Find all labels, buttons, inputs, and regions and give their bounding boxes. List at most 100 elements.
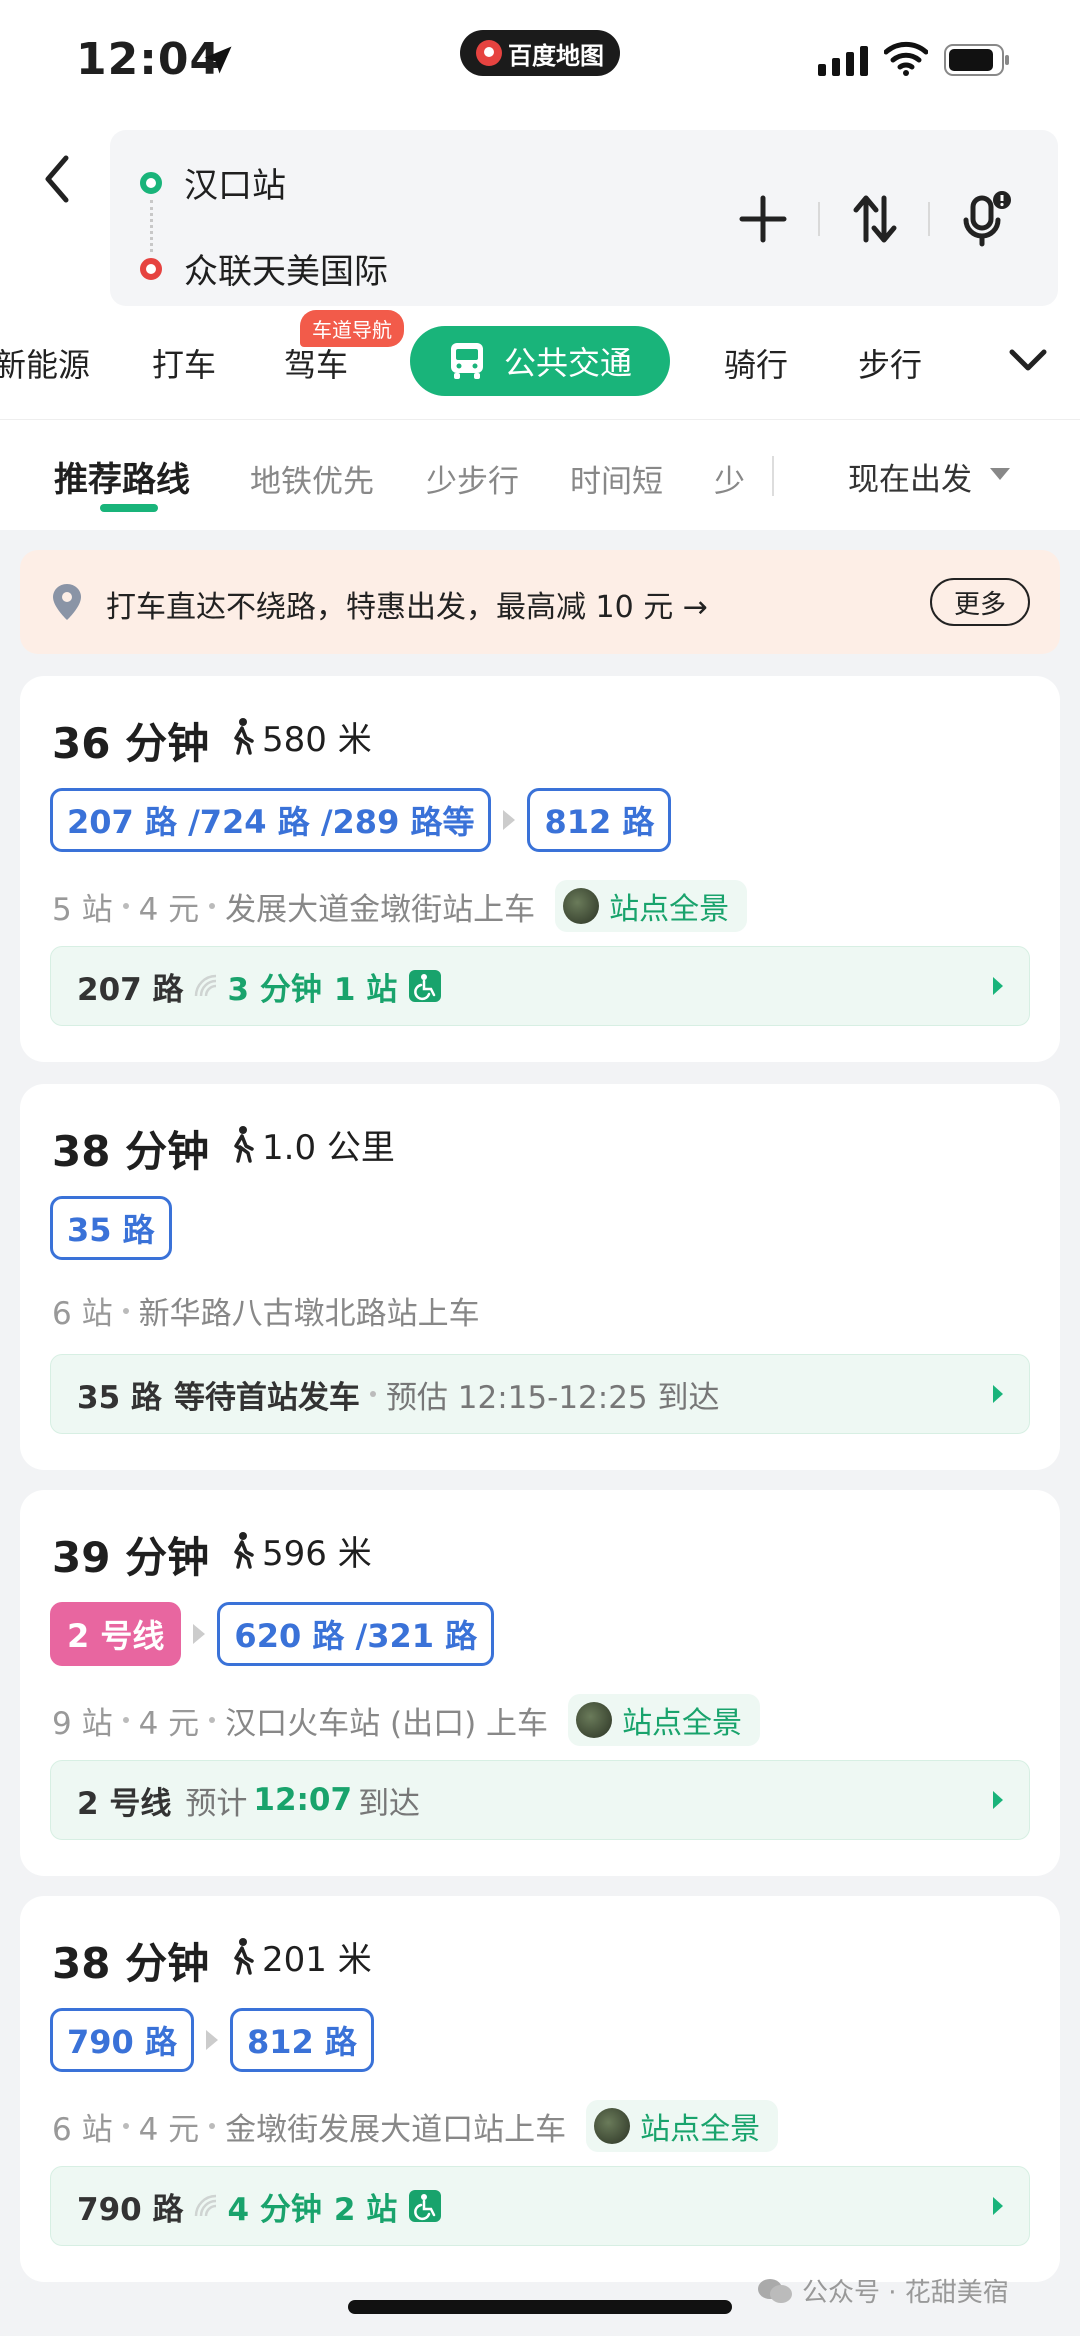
- add-stop-icon[interactable]: [734, 190, 792, 248]
- transfer-arrow-icon: [503, 810, 516, 830]
- divider: [928, 202, 930, 236]
- route-info: 9 站 4 元 汉口火车站 (出口) 上车 站点全景: [52, 1694, 761, 1746]
- realtime-bar[interactable]: 790 路 4 分钟 2 站: [50, 2166, 1030, 2246]
- watermark: 公众号 · 花甜美宿: [756, 2272, 1009, 2309]
- origin-field[interactable]: 汉口站: [184, 158, 286, 207]
- destination-field[interactable]: 众联天美国际: [184, 244, 388, 293]
- tab-walk[interactable]: 步行: [858, 340, 922, 386]
- realtime-line: 790 路: [77, 2191, 184, 2228]
- bullet: [209, 903, 216, 909]
- station-panorama-button[interactable]: 站点全景: [568, 1694, 761, 1746]
- route-card[interactable]: 38 分钟 1.0 公里 35 路 6 站 新华路八古墩北路站上车 35 路 等…: [20, 1084, 1060, 1470]
- realtime-eta: 3 分钟: [227, 971, 322, 1008]
- line-badge: 790 路: [50, 2008, 194, 2072]
- active-tab-underline: [100, 504, 158, 512]
- panorama-label: 站点全景: [622, 1706, 743, 1741]
- tab-shortest-time[interactable]: 时间短: [570, 456, 663, 501]
- boarding-stop: 汉口火车站 (出口) 上车: [225, 1705, 549, 1742]
- bullet: [369, 1391, 376, 1397]
- swap-icon[interactable]: [846, 190, 904, 248]
- tab-new-energy[interactable]: 新能源: [0, 340, 90, 386]
- bullet: [209, 1717, 216, 1723]
- realtime-bar[interactable]: 207 路 3 分钟 1 站: [50, 946, 1030, 1026]
- realtime-arrival-time: 12:07: [253, 1782, 353, 1818]
- transit-lines: 35 路: [50, 1196, 172, 1260]
- bullet: [122, 2123, 129, 2129]
- taxi-promo-banner[interactable]: 打车直达不绕路，特惠出发，最高减 10 元 → 更多: [20, 550, 1060, 654]
- stop-count: 9 站: [52, 1705, 113, 1742]
- line-badge: 35 路: [50, 1196, 172, 1260]
- back-icon[interactable]: [36, 150, 82, 208]
- walk-icon: [234, 1938, 254, 1975]
- walk-distance: 580 米: [226, 714, 372, 760]
- line-badge: 812 路: [229, 2008, 374, 2072]
- chevron-right-icon: [993, 1385, 1003, 1403]
- station-panorama-button[interactable]: 站点全景: [586, 2100, 779, 2152]
- battery-icon: [944, 44, 1009, 76]
- status-bar: 12:04 百度地图: [0, 0, 1080, 120]
- tab-less-walking[interactable]: 少步行: [426, 456, 519, 501]
- panorama-label: 站点全景: [640, 2112, 761, 2147]
- boarding-stop: 新华路八古墩北路站上车: [138, 1296, 480, 1332]
- realtime-bar[interactable]: 35 路 等待首站发车 预估 12:15-12:25 到达: [50, 1354, 1030, 1434]
- panorama-thumbnail: [576, 1702, 613, 1738]
- tab-metro-first[interactable]: 地铁优先: [250, 456, 374, 501]
- origin-dot-icon: [140, 172, 162, 194]
- wheelchair-accessible-icon: [409, 2190, 442, 2222]
- tab-recommended[interactable]: 推荐路线: [54, 452, 190, 501]
- realtime-signal-icon: [194, 2194, 216, 2217]
- realtime-signal-icon: [194, 974, 216, 997]
- mic-icon[interactable]: [956, 190, 1014, 248]
- route-card[interactable]: 39 分钟 596 米 2 号线 620 路 /321 路 9 站 4 元 汉口…: [20, 1490, 1060, 1876]
- baidu-maps-icon: [476, 40, 502, 66]
- location-arrow-icon: [204, 46, 232, 74]
- tab-fewer-transfers[interactable]: 少: [714, 456, 752, 501]
- app-indicator[interactable]: 百度地图: [460, 30, 620, 76]
- route-input-box: 汉口站 众联天美国际: [110, 130, 1058, 306]
- route-duration: 36 分钟: [52, 719, 210, 768]
- route-card[interactable]: 38 分钟 201 米 790 路 812 路 6 站 4 元 金墩街发展大道口…: [20, 1896, 1060, 2282]
- walk-distance: 201 米: [226, 1934, 372, 1980]
- caret-down-icon[interactable]: [990, 468, 1010, 480]
- panorama-thumbnail: [594, 2108, 631, 2144]
- depart-time-selector[interactable]: 现在出发: [848, 454, 972, 499]
- route-duration: 38 分钟: [52, 1127, 210, 1176]
- wifi-icon: [884, 41, 928, 76]
- transit-lines: 2 号线 620 路 /321 路: [50, 1602, 495, 1666]
- station-panorama-button[interactable]: 站点全景: [555, 880, 748, 932]
- walk-distance: 596 米: [226, 1528, 372, 1574]
- transfer-arrow-icon: [193, 1624, 206, 1644]
- divider: [818, 202, 820, 236]
- lane-nav-badge: 车道导航: [300, 310, 404, 347]
- walk-icon: [234, 1532, 254, 1569]
- route-header: 汉口站 众联天美国际: [0, 120, 1080, 310]
- realtime-line: 2 号线: [77, 1785, 172, 1822]
- realtime-bar[interactable]: 2 号线 预计 12:07 到达: [50, 1760, 1030, 1840]
- home-indicator[interactable]: [348, 2300, 732, 2314]
- realtime-eta: 4 分钟: [227, 2191, 322, 2228]
- destination-dot-icon: [140, 258, 162, 280]
- travel-mode-tabs: 新能源 打车 驾车 车道导航 公共交通 骑行 步行: [0, 310, 1080, 420]
- realtime-stops: 1 站: [333, 971, 398, 1008]
- chevron-down-icon[interactable]: [1006, 340, 1050, 380]
- tab-public-transit[interactable]: 公共交通: [410, 326, 670, 396]
- tab-bike[interactable]: 骑行: [724, 340, 788, 386]
- transit-lines: 790 路 812 路: [50, 2008, 374, 2072]
- walk-distance-value: 596 米: [262, 1533, 372, 1574]
- route-connector: [150, 200, 153, 252]
- realtime-line: 207 路: [77, 971, 184, 1008]
- stop-count: 5 站: [52, 891, 113, 928]
- realtime-stops: 2 站: [333, 2191, 398, 2228]
- chevron-right-icon: [993, 2197, 1003, 2215]
- metro-line-badge: 2 号线: [50, 1602, 182, 1666]
- divider: [772, 456, 774, 496]
- line-badge: 620 路 /321 路: [217, 1602, 495, 1666]
- route-card[interactable]: 36 分钟 580 米 207 路 /724 路 /289 路等 812 路 5…: [20, 676, 1060, 1062]
- wechat-icon: [758, 2278, 792, 2303]
- walk-distance-value: 1.0 公里: [262, 1127, 395, 1168]
- tab-taxi[interactable]: 打车: [152, 340, 216, 386]
- bullet: [122, 1307, 129, 1314]
- stop-count: 6 站: [52, 1296, 113, 1332]
- fare: 4 元: [138, 2111, 200, 2148]
- more-button[interactable]: 更多: [930, 578, 1030, 626]
